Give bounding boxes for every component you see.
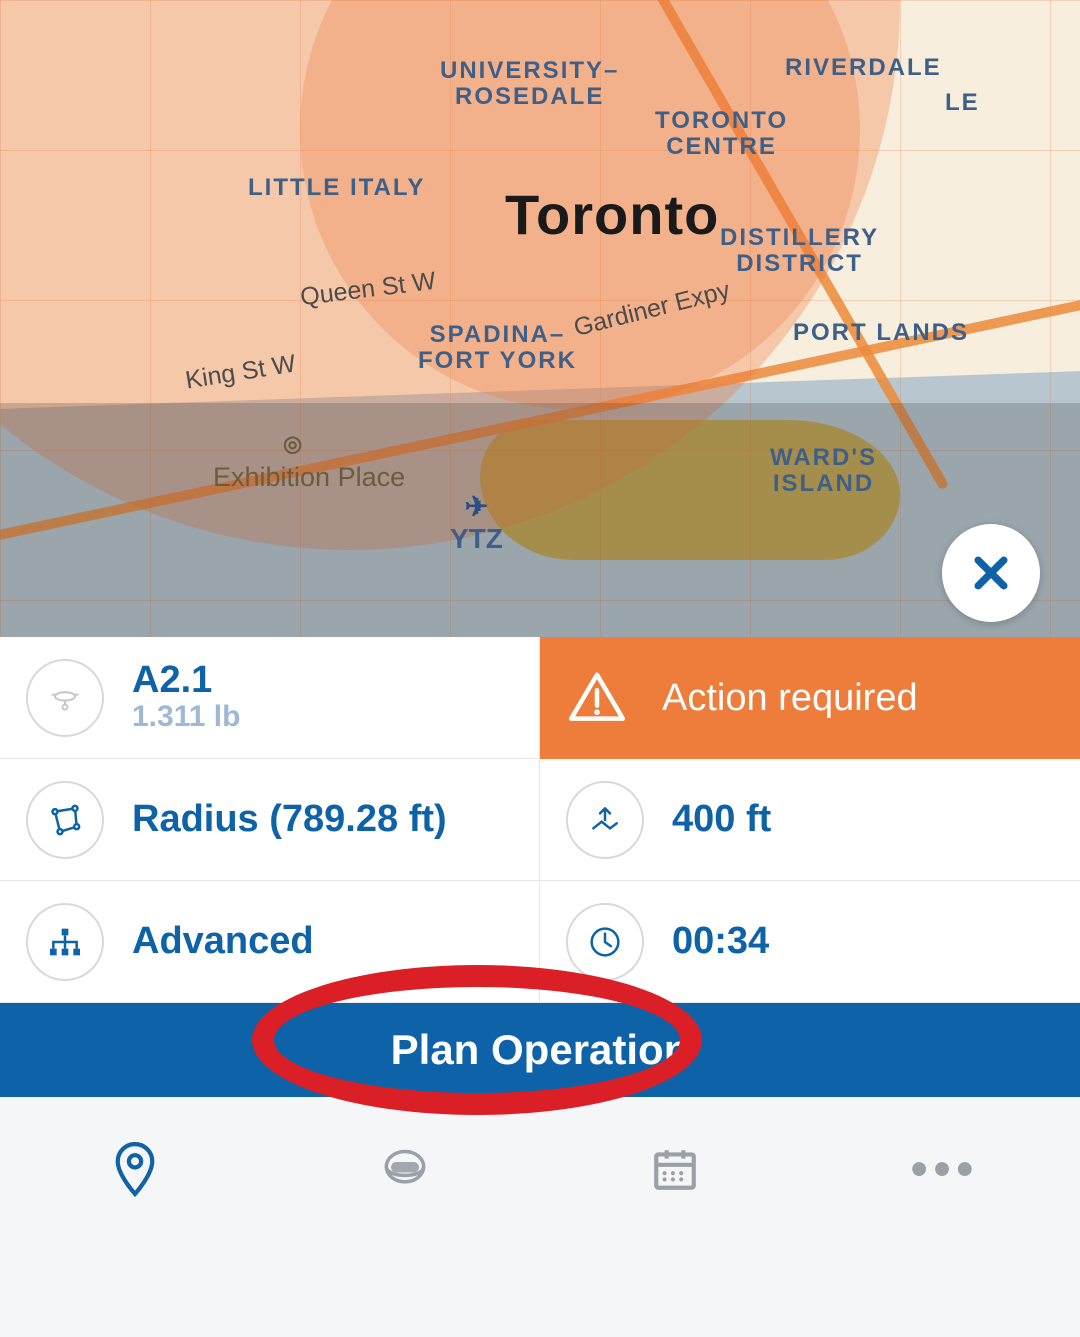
close-icon bbox=[969, 551, 1013, 595]
district-label: SPADINA– FORT YORK bbox=[418, 322, 577, 375]
text: ROSEDALE bbox=[455, 83, 604, 110]
drone-icon bbox=[26, 659, 104, 737]
text: DISTILLERY bbox=[720, 224, 879, 251]
text: DISTRICT bbox=[736, 250, 863, 277]
radius-cell[interactable]: Radius (789.28 ft) bbox=[0, 759, 540, 881]
district-label: WARD'S ISLAND bbox=[770, 445, 877, 498]
map-pin-icon bbox=[112, 1140, 158, 1198]
more-icon: ••• bbox=[911, 1142, 979, 1197]
text: TORONTO bbox=[655, 107, 788, 134]
district-label: DISTILLERY DISTRICT bbox=[720, 225, 879, 278]
district-label: LITTLE ITALY bbox=[248, 175, 425, 201]
plan-operation-button[interactable]: Plan Operation bbox=[0, 1003, 1080, 1097]
airport-marker[interactable]: ✈ YTZ bbox=[450, 490, 503, 555]
app-screen: VENPORT YORKVILLE UNIVERSITY– ROSEDALE T… bbox=[0, 0, 1080, 1337]
mode-label: Advanced bbox=[132, 920, 314, 963]
plan-operation-label: Plan Operation bbox=[391, 1026, 690, 1074]
close-button[interactable] bbox=[942, 524, 1040, 622]
alert-cell[interactable]: Action required bbox=[540, 637, 1080, 759]
altitude-cell[interactable]: 400 ft bbox=[540, 759, 1080, 881]
district-label: VENPORT bbox=[0, 0, 110, 6]
mode-cell[interactable]: Advanced bbox=[0, 881, 540, 1003]
text: ISLAND bbox=[773, 470, 874, 497]
text: CENTRE bbox=[666, 133, 777, 160]
poi-label: Exhibition Place bbox=[213, 462, 405, 493]
airport-code: YTZ bbox=[450, 523, 503, 555]
district-label: UNIVERSITY– ROSEDALE bbox=[440, 58, 619, 111]
tab-schedule[interactable] bbox=[540, 1097, 810, 1241]
district-label: TORONTO CENTRE bbox=[655, 108, 788, 161]
clock-icon bbox=[566, 903, 644, 981]
text: SPADINA– bbox=[430, 321, 566, 348]
map-view[interactable]: VENPORT YORKVILLE UNIVERSITY– ROSEDALE T… bbox=[0, 0, 1080, 637]
map-lower-shade bbox=[0, 403, 1080, 637]
city-label: Toronto bbox=[505, 182, 719, 247]
alert-text: Action required bbox=[662, 677, 918, 720]
time-cell[interactable]: 00:34 bbox=[540, 881, 1080, 1003]
time-label: 00:34 bbox=[672, 920, 769, 963]
tab-map[interactable] bbox=[0, 1097, 270, 1241]
district-label: YORKVILLE bbox=[420, 0, 575, 6]
hierarchy-icon bbox=[26, 903, 104, 981]
plan-operation-row: Plan Operation bbox=[0, 1003, 1080, 1097]
polygon-icon bbox=[26, 781, 104, 859]
operation-panel: A2.1 1.311 lb Action required Radius (78… bbox=[0, 637, 1080, 1003]
tab-pilot[interactable] bbox=[270, 1097, 540, 1241]
text: WARD'S bbox=[770, 444, 877, 471]
altitude-icon bbox=[566, 781, 644, 859]
poi-icon: ◎ bbox=[283, 431, 304, 457]
district-label: PORT LANDS bbox=[793, 320, 969, 346]
warning-icon bbox=[566, 667, 628, 729]
tab-more[interactable]: ••• bbox=[810, 1097, 1080, 1241]
district-label: RIVERDALE bbox=[785, 55, 942, 81]
drone-name: A2.1 bbox=[132, 661, 240, 701]
drone-weight: 1.311 lb bbox=[132, 700, 240, 734]
altitude-label: 400 ft bbox=[672, 798, 771, 841]
airplane-icon: ✈ bbox=[450, 490, 503, 523]
radius-label: Radius (789.28 ft) bbox=[132, 798, 447, 841]
pilot-icon bbox=[377, 1145, 433, 1193]
text: UNIVERSITY– bbox=[440, 57, 619, 84]
tab-bar: ••• bbox=[0, 1097, 1080, 1241]
text: FORT YORK bbox=[418, 347, 577, 374]
calendar-icon bbox=[650, 1144, 700, 1194]
drone-cell[interactable]: A2.1 1.311 lb bbox=[0, 637, 540, 759]
district-label: LE bbox=[945, 90, 980, 116]
